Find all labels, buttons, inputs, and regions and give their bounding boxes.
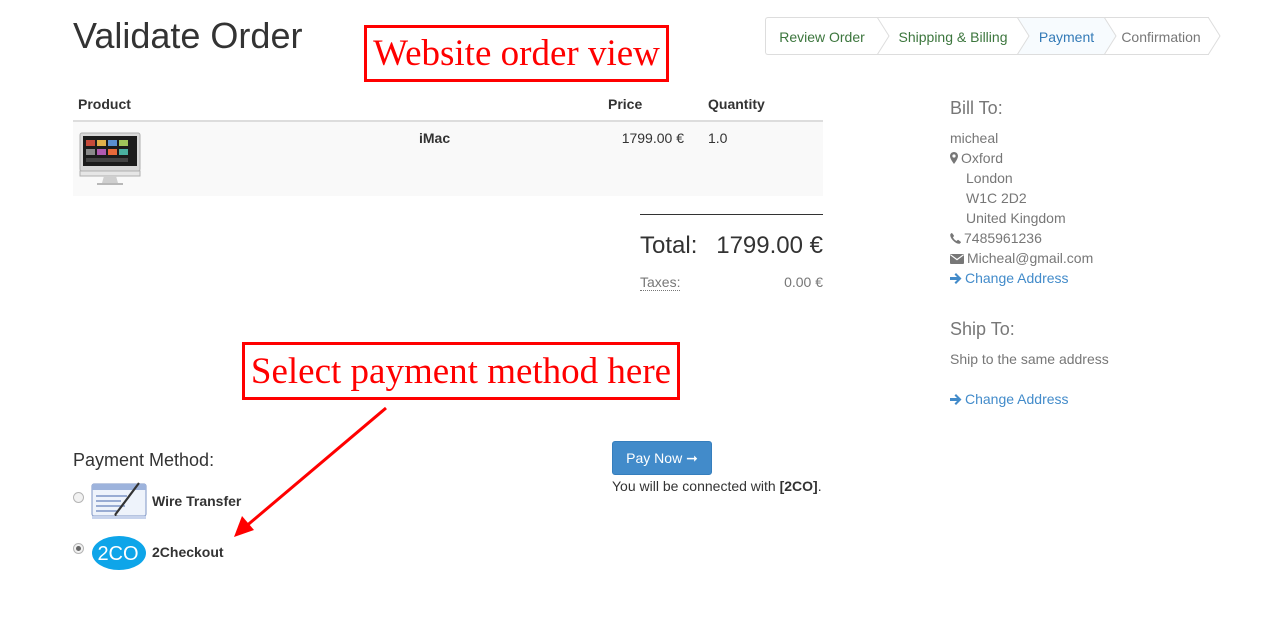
order-table-header: Product Price Quantity [73, 92, 823, 122]
chevron-right-icon [877, 17, 890, 55]
chevron-right-icon [1208, 17, 1221, 55]
column-header-product: Product [78, 96, 131, 112]
bill-to-change-address-link[interactable]: Change Address [950, 268, 1270, 288]
taxes-label[interactable]: Taxes: [640, 274, 681, 291]
wizard-step-confirmation[interactable]: Confirmation [1105, 17, 1221, 55]
ship-to-change-address-link[interactable]: Change Address [950, 389, 1270, 409]
wizard-step-shipping-billing[interactable]: Shipping & Billing [878, 17, 1030, 55]
ship-to-text: Ship to the same address [950, 351, 1109, 367]
bill-to-country: United Kingdom [966, 210, 1066, 226]
ship-to-panel: Ship To: Ship to the same address Change… [950, 319, 1270, 409]
bill-to-heading: Bill To: [950, 98, 1003, 118]
annotation-select-payment: Select payment method here [242, 342, 680, 400]
page-title: Validate Order [73, 15, 303, 56]
phone-icon [950, 233, 961, 244]
wizard-step-label: Shipping & Billing [898, 29, 1008, 45]
column-header-price: Price [608, 96, 643, 112]
wizard-step-payment[interactable]: Payment [1018, 17, 1117, 55]
taxes-value: 0.00 € [784, 274, 823, 290]
wizard-step-label: Payment [1038, 29, 1095, 45]
annotation-arrow-icon [234, 406, 387, 537]
product-name[interactable]: iMac [419, 130, 450, 146]
chevron-right-icon [1017, 17, 1030, 55]
bill-to-city: Oxford [961, 150, 1004, 166]
product-price: 1799.00 € [621, 130, 684, 146]
pay-now-button[interactable]: Pay Now ➞ [612, 441, 712, 475]
payment-option-2checkout[interactable]: 2CO 2Checkout [73, 532, 224, 572]
imac-thumbnail[interactable] [79, 132, 141, 186]
arrow-right-icon [950, 394, 962, 405]
provider-note-prefix: You will be connected with [612, 478, 780, 494]
total-divider [640, 214, 823, 215]
checkout-wizard: Review Order Shipping & Billing Payment … [765, 17, 1221, 55]
product-quantity: 1.0 [708, 130, 728, 146]
annotation-order-view: Website order view [364, 25, 669, 82]
table-row: iMac 1799.00 € 1.0 [73, 122, 823, 196]
chevron-right-icon [1104, 17, 1117, 55]
arrow-right-icon [950, 273, 962, 284]
payment-provider-note: You will be connected with [2CO]. [612, 478, 822, 494]
bill-to-email: Micheal@gmail.com [967, 250, 1094, 266]
bill-to-email-line: Micheal@gmail.com [950, 248, 1270, 268]
change-address-label: Change Address [965, 391, 1069, 407]
provider-name: [2CO] [779, 478, 818, 494]
bill-to-phone-line: 7485961236 [950, 228, 1270, 248]
wizard-step-review-order[interactable]: Review Order [765, 17, 890, 55]
payment-radio-wire-transfer[interactable] [73, 491, 84, 503]
payment-method-heading: Payment Method: [73, 450, 215, 470]
ship-to-heading: Ship To: [950, 319, 1015, 339]
map-marker-icon [950, 152, 958, 164]
bill-to-postcode: W1C 2D2 [966, 190, 1027, 206]
order-table: Product Price Quantity iMac 1799.00 € 1.… [73, 92, 823, 196]
wire-transfer-icon [91, 482, 147, 519]
payment-method-name: 2Checkout [152, 544, 224, 560]
provider-note-suffix: . [817, 478, 822, 494]
payment-method-name: Wire Transfer [152, 493, 242, 509]
payment-radio-2checkout[interactable] [73, 542, 84, 554]
envelope-icon [950, 254, 964, 264]
column-header-quantity: Quantity [708, 96, 765, 112]
wizard-step-label: Review Order [779, 29, 865, 45]
bill-to-name: micheal [950, 130, 999, 146]
2checkout-logo: 2CO [92, 536, 146, 570]
bill-to-panel: Bill To: micheal Oxford London W1C 2D2 U… [950, 98, 1270, 288]
payment-option-wire-transfer[interactable]: Wire Transfer [73, 481, 241, 521]
2checkout-logo-text: 2CO [97, 543, 138, 565]
total-label: Total: [640, 232, 698, 259]
total-value: 1799.00 € [716, 232, 823, 259]
wizard-step-label: Confirmation [1121, 29, 1201, 45]
change-address-label: Change Address [965, 270, 1069, 286]
bill-to-city-line: Oxford [950, 148, 1270, 168]
bill-to-phone: 7485961236 [964, 230, 1042, 246]
bill-to-line2: London [966, 170, 1013, 186]
